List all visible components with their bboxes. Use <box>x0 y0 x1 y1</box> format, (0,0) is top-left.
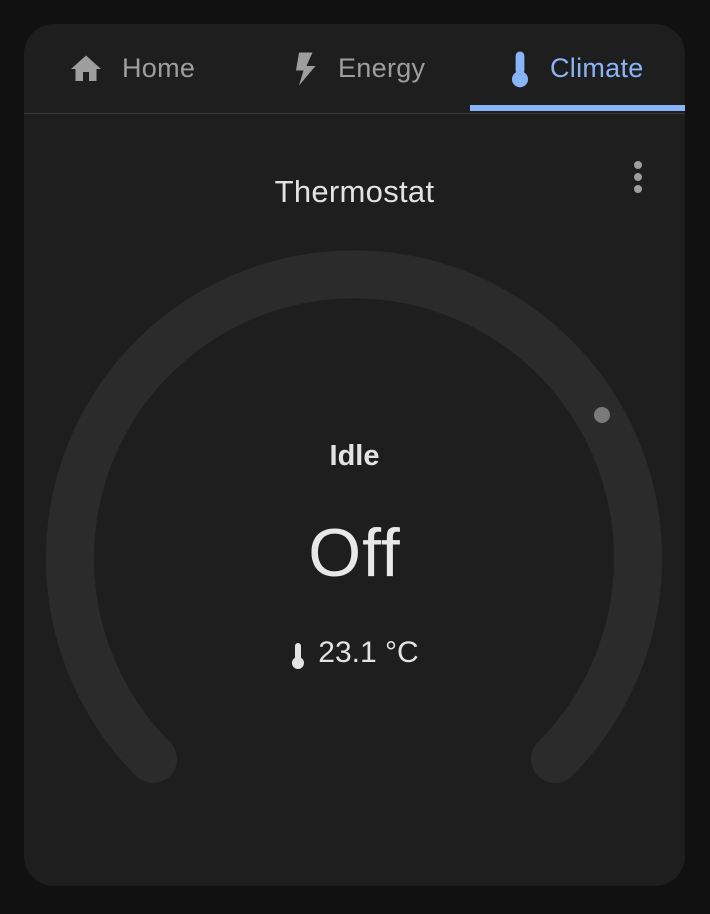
current-temperature-value: 23.1 °C <box>318 636 419 669</box>
dial-target-marker <box>594 407 610 423</box>
hvac-mode: Off <box>308 515 401 591</box>
thermostat-card: Home Energy Climate Thermostat Idle Off … <box>24 24 685 886</box>
current-temperature: 23.1 °C <box>24 636 685 670</box>
thermometer-icon <box>290 642 306 670</box>
hvac-status: Idle <box>329 440 380 472</box>
